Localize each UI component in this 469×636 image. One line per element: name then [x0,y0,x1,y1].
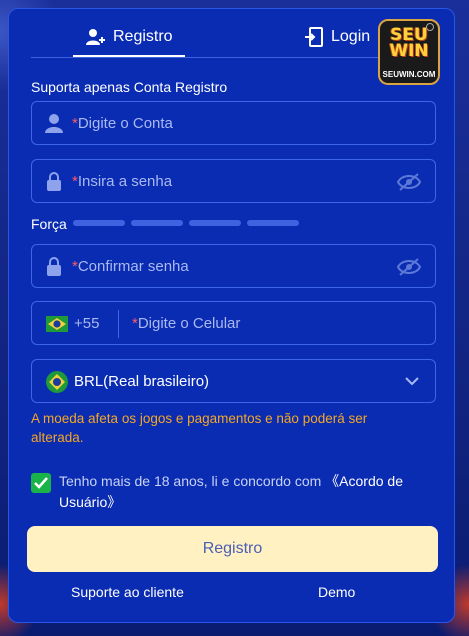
login-door-icon [305,27,323,47]
brazil-flag-icon [46,316,68,332]
seuwin-logo: SEU WIN SEUWIN.COM [378,19,440,85]
agreement-text: Tenho mais de 18 anos, li e concordo com… [59,471,429,513]
phone-divider [118,310,119,338]
password-placeholder: *Insira a senha [72,173,172,190]
eye-off-icon[interactable] [397,172,421,192]
tab-login-label: Login [331,28,371,45]
strength-bar [189,220,241,226]
logo-domain: SEUWIN.COM [382,70,436,79]
strength-bar [131,220,183,226]
confirm-password-field[interactable]: *Confirmar senha [31,244,436,288]
currency-value: BRL(Real brasileiro) [74,372,210,390]
eye-off-icon[interactable] [397,257,421,277]
account-placeholder: *Digite o Conta [72,115,173,132]
tab-divider [31,57,432,58]
agreement-sentence: Tenho mais de 18 anos, li e concordo com [59,473,326,489]
currency-warning: A moeda afeta os jogos e pagamentos e nã… [31,411,368,445]
confirm-placeholder-text: Confirmar senha [77,257,189,275]
register-submit-button[interactable]: Registro [27,526,438,572]
age-terms-checkbox[interactable] [31,473,51,493]
country-code[interactable]: +55 [74,315,99,332]
tab-register-label: Registro [113,28,173,45]
logo-wordmark: SEU WIN [389,25,429,61]
customer-support-link[interactable]: Suporte ao cliente [71,584,184,600]
add-user-icon [86,29,105,45]
account-field[interactable]: *Digite o Conta [31,101,436,145]
tab-register[interactable]: Registro [85,27,173,47]
phone-field[interactable]: +55 *Digite o Celular [31,301,436,345]
tab-login[interactable]: Login [305,27,370,47]
currency-select[interactable]: BRL(Real brasileiro) [31,359,436,403]
account-type-label: Suporta apenas Conta Registro [31,79,228,95]
password-placeholder-text: Insira a senha [77,172,173,190]
register-panel: Registro Login SEU WIN SEUWIN.COM Suport… [8,8,455,623]
lock-icon [47,172,61,191]
demo-link[interactable]: Demo [318,584,355,600]
lock-icon [47,257,61,276]
phone-placeholder-text: Digite o Celular [137,314,241,332]
confirm-placeholder: *Confirmar senha [72,258,189,275]
phone-placeholder: *Digite o Celular [132,315,240,332]
brazil-flag-icon [46,371,68,393]
checkmark-icon [34,477,48,489]
user-icon [45,114,63,133]
chevron-down-icon [405,377,419,386]
password-field[interactable]: *Insira a senha [31,159,436,203]
strength-bar [73,220,125,226]
account-placeholder-text: Digite o Conta [77,114,173,132]
strength-label: Força [31,216,67,232]
strength-bar [247,220,299,226]
